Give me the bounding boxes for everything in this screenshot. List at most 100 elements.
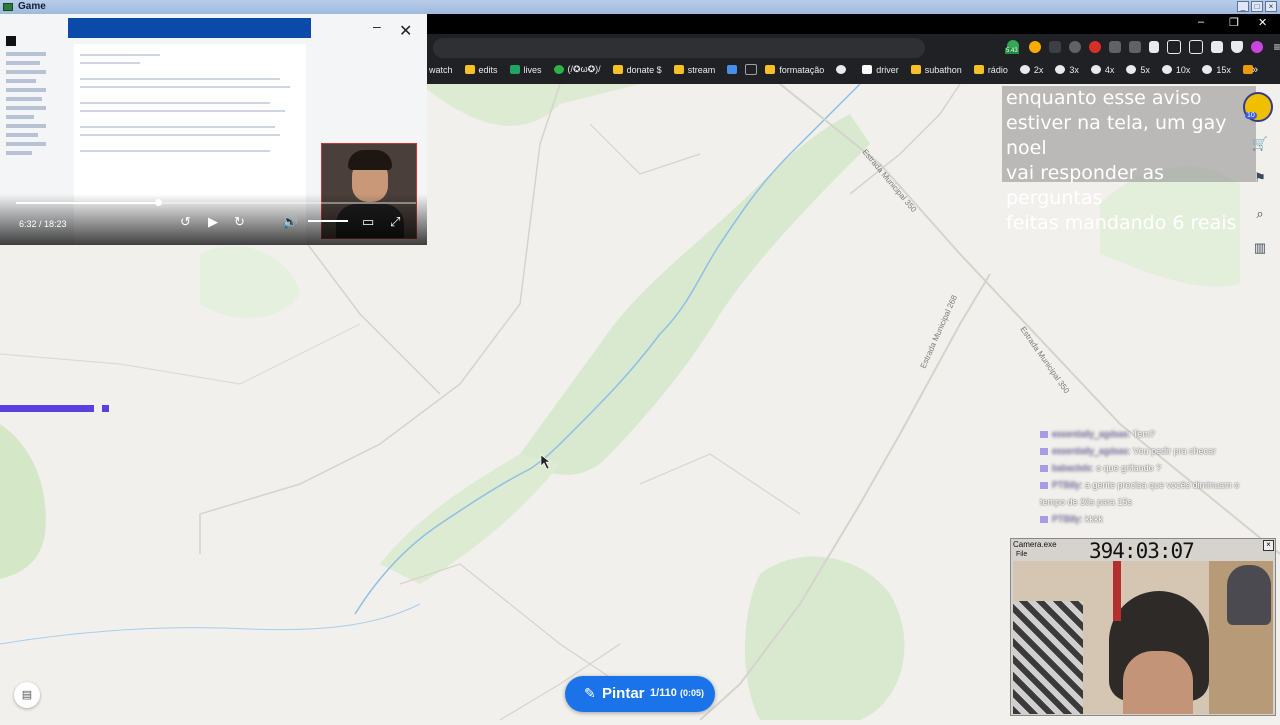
bookmark-item[interactable]: rádio — [973, 65, 1008, 75]
bookmark-item[interactable]: 3x — [1055, 65, 1079, 75]
video-progress-bar[interactable] — [16, 202, 416, 204]
chat-badge-icon — [1040, 448, 1048, 456]
bookmark-item[interactable]: 2x — [1019, 65, 1043, 75]
bookmark-item[interactable] — [836, 65, 847, 74]
chat-badge-icon — [1040, 482, 1048, 490]
bookmark-item[interactable]: lives — [509, 65, 542, 75]
bookmarks-more-icon[interactable]: » — [1252, 64, 1258, 76]
bookmark-item[interactable] — [727, 65, 738, 74]
bookmark-item[interactable]: edits — [464, 65, 498, 75]
page-icon — [862, 65, 873, 74]
camera-window[interactable]: Camera.exe 394:03:07 × File — [1010, 538, 1276, 716]
close-button[interactable]: × — [1265, 1, 1277, 12]
pip-icon — [6, 36, 16, 46]
paint-button[interactable]: ✎ Pintar 1/110 (0:05) — [565, 676, 715, 712]
sheet-icon — [509, 65, 520, 74]
video-minimize-icon[interactable]: – — [373, 18, 381, 34]
window-titlebar: Game _ □ × — [0, 0, 1280, 14]
play-icon[interactable]: ▶ — [208, 214, 218, 230]
extension-icon[interactable] — [1089, 41, 1101, 53]
forest-area — [0, 424, 46, 579]
video-close-icon[interactable]: ✕ — [399, 21, 412, 41]
rewind-icon[interactable]: ↺ — [180, 214, 191, 230]
extension-icon[interactable] — [1129, 41, 1141, 53]
bookmark-item[interactable]: 4x — [1090, 65, 1114, 75]
chart-icon[interactable]: ▥ — [1250, 238, 1270, 258]
extension-icon[interactable] — [1049, 41, 1061, 53]
chat-message: essentially_agdsas: Vou pedir pra checar — [1040, 443, 1265, 460]
volume-slider[interactable] — [308, 220, 348, 222]
camera-close-icon[interactable]: × — [1263, 540, 1274, 551]
camera-menu-file[interactable]: File — [1016, 551, 1027, 558]
menu-icon[interactable]: ≡ — [1271, 41, 1280, 53]
bookmark-item[interactable]: formatação — [765, 65, 824, 75]
extension-icon[interactable] — [1029, 41, 1041, 53]
chat-message: babacbds: o que grifando ? — [1040, 460, 1265, 477]
people-icon[interactable]: ⚑ — [1250, 168, 1270, 188]
overlay-line: vai responder as perguntas — [1006, 162, 1165, 209]
bookmarks-bar: watch edits lives (/✪ω✪)/ donate $ strea… — [429, 64, 1265, 75]
cart-icon[interactable]: 🛒 — [1250, 134, 1270, 154]
extension-badge-icon[interactable]: 5.43 — [1005, 40, 1021, 54]
browser-minimize-icon[interactable]: – — [1198, 16, 1204, 28]
purple-bar — [0, 405, 94, 412]
bookmark-item[interactable]: stream — [673, 65, 715, 75]
extensions-area: 5.43 ≡ — [1005, 40, 1280, 54]
captions-icon[interactable]: ▭ — [362, 214, 374, 230]
bookmark-item[interactable]: watch — [429, 65, 453, 75]
browser-restore-icon[interactable]: ❐ — [1229, 16, 1239, 29]
forest-area — [420, 84, 640, 126]
bookmark-item[interactable]: donate $ — [612, 65, 662, 75]
folder-icon — [612, 65, 623, 74]
shield-icon[interactable] — [1231, 41, 1243, 53]
browser-toolbar: 5.43 ≡ watch edits lives (/✪ω✪)/ donate … — [427, 34, 1280, 84]
tab-icon[interactable] — [1189, 40, 1203, 54]
bookmark-item[interactable]: 10x — [1161, 65, 1190, 75]
browser-close-icon[interactable]: ✕ — [1258, 16, 1267, 29]
chat-message: PTBilly: kkkk — [1040, 511, 1265, 528]
folder-icon — [973, 65, 984, 74]
avatar-icon[interactable]: 10 — [1243, 92, 1273, 122]
road-label-268: Estrada Municipal 268 — [919, 293, 960, 369]
maximize-button[interactable]: □ — [1251, 1, 1263, 12]
tv-icon — [727, 65, 738, 74]
layers-icon: ▤ — [21, 689, 33, 701]
forward-icon[interactable]: ↻ — [234, 214, 245, 230]
minimize-button[interactable]: _ — [1237, 1, 1249, 12]
extension-icon[interactable] — [1069, 41, 1081, 53]
bookmark-item[interactable]: driver — [862, 65, 899, 75]
chat-message: PTBilly: a gente precisa que vocês dimin… — [1040, 480, 1240, 507]
ban-icon — [1055, 65, 1066, 74]
bookmark-item[interactable]: (/✪ω✪)/ — [553, 64, 601, 75]
road-line — [299, 233, 441, 395]
folder-icon — [673, 65, 684, 74]
profile-icon[interactable] — [1251, 41, 1263, 53]
bookmark-item[interactable]: 5x — [1126, 65, 1150, 75]
folder-icon — [910, 65, 921, 74]
sidepanel-icon[interactable] — [1167, 40, 1181, 54]
bookmark-item[interactable]: 15x — [1202, 65, 1231, 75]
layers-button[interactable]: ▤ — [14, 682, 40, 708]
video-player[interactable]: – ✕ 6:32 / 18:23 ↺ ▶ ↻ 🔊 ▭ ⤢ — [0, 14, 427, 245]
bookmark-item[interactable]: subathon — [910, 65, 962, 75]
paint-label: Pintar — [602, 685, 645, 702]
video-time: 6:32 / 18:23 — [19, 219, 67, 229]
extension-icon[interactable] — [1109, 41, 1121, 53]
camera-title: Camera.exe — [1013, 540, 1057, 549]
puzzle-icon[interactable] — [1149, 41, 1159, 53]
fullscreen-icon[interactable]: ⤢ — [390, 214, 400, 230]
paint-counter: 1/110 (0:05) — [650, 687, 704, 699]
bookmark-item[interactable] — [745, 64, 758, 75]
folder-icon — [765, 65, 776, 74]
camera-feed — [1013, 561, 1273, 714]
purple-square — [102, 405, 109, 412]
ban-icon — [836, 65, 847, 74]
ban-icon — [1202, 65, 1213, 74]
search-icon[interactable]: ⌕ — [1250, 204, 1270, 224]
ban-icon — [1161, 65, 1172, 74]
leaf-icon — [553, 65, 564, 74]
share-icon[interactable] — [1211, 41, 1223, 53]
address-bar[interactable] — [433, 38, 925, 58]
volume-icon[interactable]: 🔊 — [282, 214, 298, 230]
ban-icon — [1019, 65, 1030, 74]
